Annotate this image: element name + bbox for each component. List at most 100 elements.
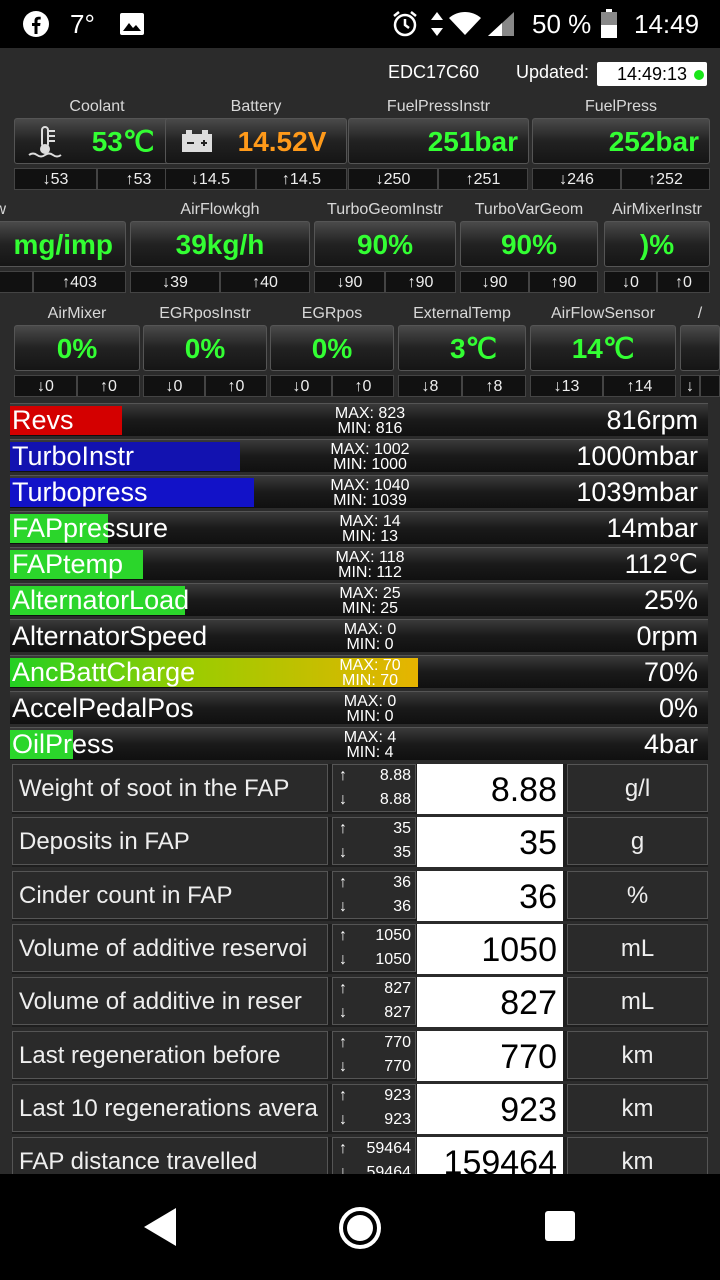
- table-row[interactable]: Volume of additive reservoi ↑ 1050 ↓ 1050 105…: [12, 923, 708, 974]
- bar-minmax: MAX: 0 MIN: 0: [343, 693, 397, 725]
- row-min: 923: [384, 1110, 411, 1128]
- gauge-label: TurboVarGeom: [474, 201, 584, 218]
- bar-fappressure[interactable]: FAPpressure MAX: 14 MIN: 13 14mbar: [10, 511, 708, 544]
- bar-value: 25%: [643, 585, 698, 615]
- bar-name: Turbopress: [12, 477, 148, 507]
- row-value: 35: [417, 817, 563, 868]
- gauge-label: AirFlowSensor: [550, 305, 656, 322]
- gauge-max: ↑8: [462, 375, 526, 397]
- gauge-label: Coolant: [69, 98, 125, 115]
- gauge-min: ↓39: [130, 271, 220, 293]
- gauge-airmixer[interactable]: 0%: [14, 325, 140, 371]
- gauge-coolant[interactable]: 53℃: [14, 118, 180, 164]
- gauge-externaltemp[interactable]: 3℃: [398, 325, 526, 371]
- gauge-min: ↓8: [398, 375, 462, 397]
- row-max: 59464: [366, 1140, 412, 1158]
- bar-minmax: MAX: 1040 MIN: 1039: [330, 477, 410, 509]
- gauge-min: ↓246: [532, 168, 621, 190]
- home-icon[interactable]: [338, 1206, 382, 1255]
- gauge-min: ↓53: [14, 168, 97, 190]
- row-value: 8.88: [417, 764, 563, 814]
- bar-name: Revs: [12, 405, 74, 435]
- battery-percent: 50 %: [532, 8, 592, 39]
- bar-value: 1000mbar: [576, 441, 698, 471]
- bar-value: 14mbar: [606, 513, 698, 543]
- battery-icon: [180, 128, 214, 159]
- table-row[interactable]: Last regeneration before ↑ 770 ↓ 770 770 km: [12, 1030, 708, 1081]
- table-row[interactable]: FAP distance travelled ↑ 59464 ↓ 59464 159464…: [12, 1137, 708, 1174]
- gauge-/[interactable]: [680, 325, 720, 371]
- row-value: 923: [417, 1083, 563, 1134]
- table-row[interactable]: Weight of soot in the FAP ↑ 8.88 ↓ 8.88 8.88 g…: [12, 764, 708, 814]
- row-value: 770: [417, 1030, 563, 1081]
- bar-revs[interactable]: Revs MAX: 823 MIN: 816 816rpm: [10, 403, 708, 436]
- gauge-value: 0%: [56, 333, 98, 364]
- bar-name: AlternatorLoad: [12, 585, 190, 615]
- status-bar: 7° 50 % 14:49: [0, 0, 720, 48]
- gauge-fuelpress[interactable]: 252bar: [532, 118, 710, 164]
- gauge-max: ↑90: [385, 271, 456, 293]
- ecu-name: EDC17C60: [388, 62, 480, 82]
- gauge-battery[interactable]: 14.52V: [165, 118, 347, 164]
- row-max: 827: [384, 980, 411, 998]
- row-min: 8.88: [379, 791, 411, 808]
- gauge-max: ↑90: [529, 271, 598, 293]
- gauge-turbogeominstr[interactable]: 90%: [314, 221, 456, 267]
- row-min: 36: [393, 897, 411, 915]
- gauge-value: 14℃: [571, 333, 635, 364]
- gauge-label: low: [0, 201, 6, 218]
- bar-oilpress[interactable]: OilPress MAX: 4 MIN: 4 4bar: [10, 727, 708, 760]
- signal-icon: [486, 0, 518, 48]
- table-row[interactable]: Deposits in FAP ↑ 35 ↓ 35 35 g: [12, 817, 708, 868]
- gauge-low[interactable]: mg/imp: [0, 221, 126, 267]
- row-value: 1050: [417, 923, 563, 974]
- gauge-min: ↓90: [460, 271, 529, 293]
- gauge-min: ↓0: [143, 375, 205, 397]
- bar-alternatorspeed[interactable]: AlternatorSpeed MAX: 0 MIN: 0 0rpm: [10, 619, 708, 652]
- bar-ancbattcharge[interactable]: AncBattCharge MAX: 70 MIN: 70 70%: [10, 655, 708, 688]
- gauge-fuelpressinstr[interactable]: 251bar: [348, 118, 529, 164]
- bar-alternatorload[interactable]: AlternatorLoad MAX: 25 MIN: 25 25%: [10, 583, 708, 616]
- gauge-airmixerinstr[interactable]: )%: [604, 221, 710, 267]
- image-icon: [118, 0, 146, 48]
- gauge-label: EGRposInstr: [159, 305, 251, 322]
- gauge-label: ExternalTemp: [413, 305, 511, 322]
- bar-name: FAPpressure: [12, 513, 169, 543]
- gauge-max: ↑251: [438, 168, 528, 190]
- row-min: 827: [384, 1004, 411, 1022]
- table-row[interactable]: Cinder count in FAP ↑ 36 ↓ 36 36%: [12, 870, 708, 921]
- gauge-max: ↑14: [603, 375, 676, 397]
- bar-accelpedalpos[interactable]: AccelPedalPos MAX: 0 MIN: 0 0%: [10, 691, 708, 724]
- recents-icon[interactable]: [544, 1210, 576, 1247]
- row-unit: g: [567, 817, 708, 866]
- back-icon[interactable]: [140, 1206, 180, 1253]
- row-name: Last regeneration before: [12, 1030, 328, 1079]
- gauge-value: 14.52V: [237, 126, 327, 157]
- row-unit: km: [567, 1030, 708, 1079]
- gauge-min: [0, 271, 33, 293]
- gauge-value: 53℃: [91, 126, 155, 157]
- row-min: 35: [393, 844, 411, 862]
- table-row[interactable]: Last 10 regenerations avera ↑ 923 ↓ 923 923 km: [12, 1083, 708, 1134]
- row-max: 923: [384, 1086, 411, 1104]
- row-unit: km: [567, 1083, 708, 1132]
- gauge-egrposinstr[interactable]: 0%: [143, 325, 267, 371]
- bar-name: OilPress: [12, 729, 115, 759]
- row-minmax: ↑ 36 ↓ 36: [332, 870, 416, 919]
- bar-turboinstr[interactable]: TurboInstr MAX: 1002 MIN: 1000 1000mbar: [10, 439, 708, 472]
- bar-value: 4bar: [643, 729, 698, 759]
- bar-turbopress[interactable]: Turbopress MAX: 1040 MIN: 1039 1039mbar: [10, 475, 708, 508]
- gauge-airflowsensor[interactable]: 14℃: [530, 325, 676, 371]
- bar-faptemp[interactable]: FAPtemp MAX: 118 MIN: 112 112℃: [10, 547, 708, 580]
- gauge-airflowkgh[interactable]: 39kg/h: [130, 221, 310, 267]
- row-unit: mL: [567, 977, 708, 1026]
- gauge-label: AirFlowkgh: [180, 201, 260, 218]
- gauge-value: 251bar: [427, 126, 518, 157]
- table-row[interactable]: Volume of additive in reser ↑ 827 ↓ 827 827 mL: [12, 977, 708, 1028]
- row-name: Volume of additive reservoi: [12, 923, 328, 972]
- row-value: 159464: [417, 1137, 563, 1174]
- gauge-egrpos[interactable]: 0%: [270, 325, 394, 371]
- gauge-value: 0%: [311, 333, 353, 364]
- gauge-turbovargeom[interactable]: 90%: [460, 221, 598, 267]
- gauge-value: 90%: [356, 229, 414, 260]
